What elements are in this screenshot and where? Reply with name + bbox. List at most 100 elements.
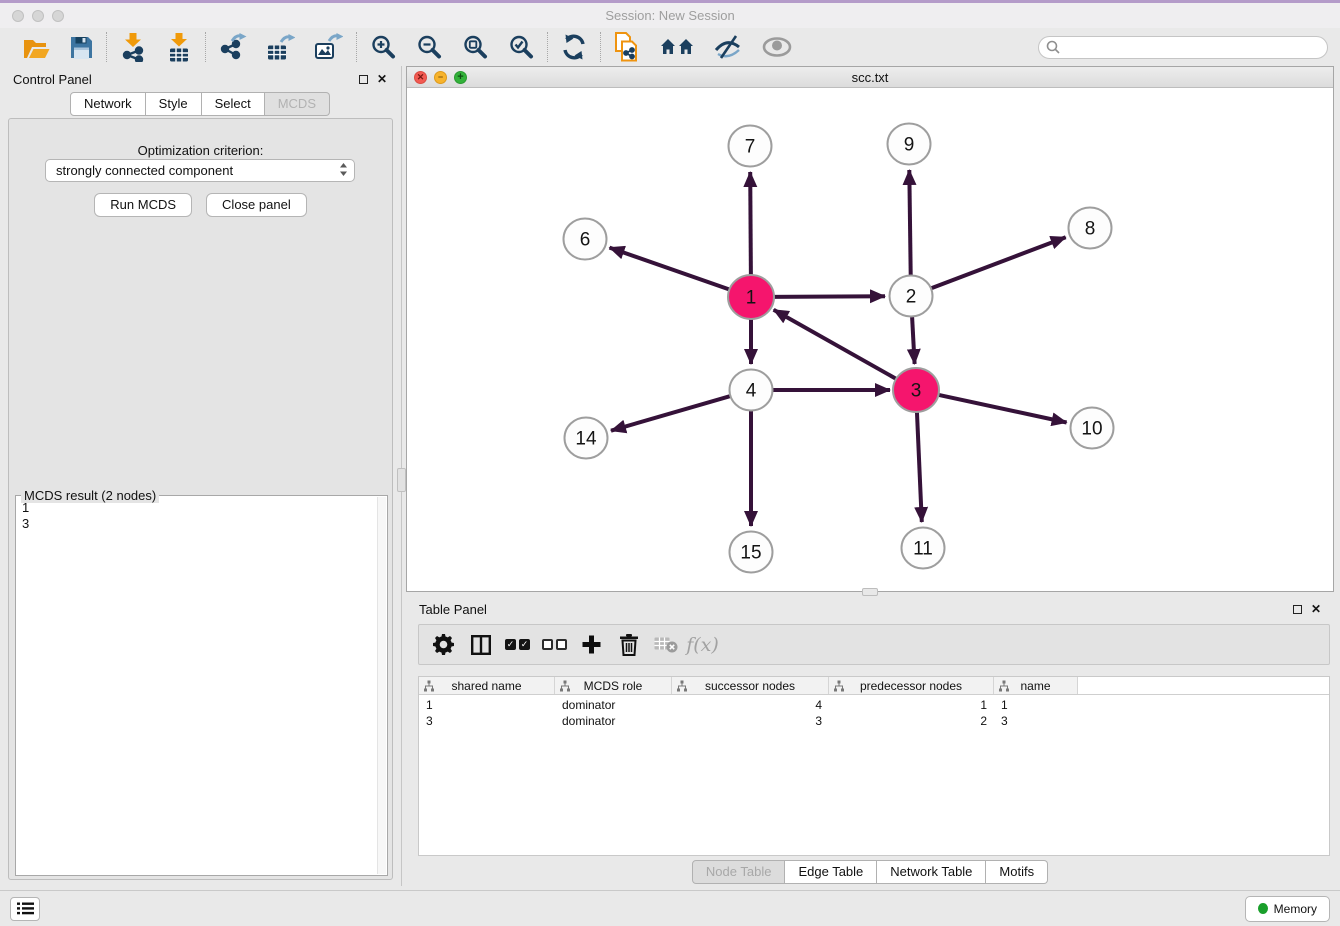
- mcds-result-box[interactable]: MCDS result (2 nodes) 13: [15, 495, 388, 876]
- node-6[interactable]: 6: [564, 219, 607, 260]
- column-header-mcds-role[interactable]: MCDS role: [555, 677, 672, 694]
- edge-2-3[interactable]: [912, 317, 915, 364]
- node-4[interactable]: 4: [730, 370, 773, 411]
- window-close-button[interactable]: [12, 10, 24, 22]
- tab-node-table[interactable]: Node Table: [692, 860, 786, 884]
- svg-text:1: 1: [746, 288, 757, 309]
- result-scrollbar[interactable]: [377, 497, 386, 874]
- edge-1-7[interactable]: [750, 172, 751, 276]
- export-image-icon[interactable]: [315, 33, 343, 61]
- task-history-button[interactable]: [10, 897, 40, 921]
- node-1[interactable]: 1: [728, 275, 774, 319]
- deselect-all-checkboxes-icon[interactable]: [536, 639, 573, 650]
- node-3[interactable]: 3: [893, 368, 939, 412]
- network-window-titlebar: scc.txt: [407, 67, 1333, 88]
- first-neighbors-icon[interactable]: [660, 36, 694, 58]
- column-tree-icon: [676, 680, 688, 692]
- node-11[interactable]: 11: [902, 528, 945, 569]
- svg-text:6: 6: [580, 230, 591, 251]
- status-bar: Memory: [0, 890, 1340, 926]
- network-graph[interactable]: 1 2 3 4 6 7 8 9 10 11 14 15: [407, 88, 1333, 591]
- svg-text:7: 7: [745, 137, 756, 158]
- import-table-icon[interactable]: [166, 33, 192, 62]
- hide-selected-icon[interactable]: [714, 34, 742, 60]
- svg-text:15: 15: [740, 543, 761, 564]
- criterion-value: strongly connected component: [56, 163, 339, 178]
- duplicate-network-icon[interactable]: [614, 32, 640, 62]
- node-15[interactable]: 15: [730, 532, 773, 573]
- edge-3-11[interactable]: [917, 411, 922, 522]
- table-panel-header: Table Panel: [406, 596, 1334, 622]
- close-panel-icon[interactable]: [377, 70, 387, 88]
- node-10[interactable]: 10: [1071, 408, 1114, 449]
- edge-2-8[interactable]: [931, 237, 1066, 288]
- node-14[interactable]: 14: [565, 418, 608, 459]
- tab-mcds[interactable]: MCDS: [265, 92, 330, 116]
- table-panel: Table Panel f(x) shared n: [406, 596, 1334, 886]
- memory-label: Memory: [1274, 902, 1317, 916]
- zoom-in-icon[interactable]: [370, 34, 396, 60]
- edge-2-9[interactable]: [909, 170, 910, 275]
- tab-network[interactable]: Network: [70, 92, 146, 116]
- table-settings-gear-icon[interactable]: [425, 634, 462, 655]
- add-column-icon[interactable]: [573, 635, 610, 654]
- window-zoom-button[interactable]: [52, 10, 64, 22]
- import-network-icon[interactable]: [120, 33, 146, 62]
- svg-text:9: 9: [904, 135, 915, 156]
- zoom-out-icon[interactable]: [416, 34, 442, 60]
- window-minimize-button[interactable]: [32, 10, 44, 22]
- select-all-checkboxes-icon[interactable]: [499, 639, 536, 650]
- table-panel-title: Table Panel: [419, 602, 487, 617]
- table-row[interactable]: 3dominator323: [419, 713, 1329, 729]
- panel-splitter-handle[interactable]: [397, 468, 406, 492]
- node-8[interactable]: 8: [1069, 208, 1112, 249]
- search-input[interactable]: [1038, 36, 1328, 59]
- edge-1-2[interactable]: [772, 296, 885, 297]
- network-canvas[interactable]: 1 2 3 4 6 7 8 9 10 11 14 15: [407, 88, 1333, 591]
- zoom-fit-icon[interactable]: [462, 34, 488, 60]
- svg-text:3: 3: [911, 381, 922, 402]
- table-row[interactable]: 1dominator411: [419, 697, 1329, 713]
- zoom-selected-icon[interactable]: [508, 34, 534, 60]
- search-box: [1038, 36, 1328, 59]
- float-panel-icon[interactable]: [359, 75, 368, 84]
- tab-select[interactable]: Select: [202, 92, 265, 116]
- tab-style[interactable]: Style: [146, 92, 202, 116]
- edge-3-1[interactable]: [774, 310, 898, 380]
- optimization-criterion-label: Optimization criterion:: [9, 143, 392, 158]
- column-header-shared-name[interactable]: shared name: [419, 677, 555, 694]
- close-panel-button[interactable]: Close panel: [206, 193, 307, 217]
- memory-status-icon: [1258, 903, 1268, 914]
- memory-button[interactable]: Memory: [1245, 896, 1330, 922]
- column-header-successor-nodes[interactable]: successor nodes: [672, 677, 829, 694]
- criterion-dropdown[interactable]: strongly connected component: [45, 159, 355, 182]
- node-table: shared nameMCDS rolesuccessor nodesprede…: [418, 676, 1330, 856]
- run-mcds-button[interactable]: Run MCDS: [94, 193, 192, 217]
- delete-column-trash-icon[interactable]: [610, 634, 647, 656]
- column-tree-icon: [559, 680, 571, 692]
- node-2[interactable]: 2: [890, 276, 933, 317]
- save-session-icon[interactable]: [70, 36, 93, 59]
- control-panel-tabs: NetworkStyleSelectMCDS: [70, 92, 330, 116]
- tab-motifs[interactable]: Motifs: [986, 860, 1048, 884]
- float-table-panel-icon[interactable]: [1293, 605, 1302, 614]
- column-header-predecessor-nodes[interactable]: predecessor nodes: [829, 677, 994, 694]
- tab-edge-table[interactable]: Edge Table: [785, 860, 877, 884]
- mcds-result-title: MCDS result (2 nodes): [21, 488, 159, 503]
- edge-1-6[interactable]: [610, 248, 732, 291]
- column-header-name[interactable]: name: [994, 677, 1078, 694]
- open-session-icon[interactable]: [23, 36, 50, 59]
- window-title: Session: New Session: [0, 8, 1340, 23]
- edge-4-14[interactable]: [611, 396, 731, 431]
- node-7[interactable]: 7: [729, 126, 772, 167]
- network-resize-grip[interactable]: [862, 588, 878, 596]
- result-item: 3: [16, 516, 387, 532]
- show-columns-icon[interactable]: [462, 635, 499, 655]
- edge-3-10[interactable]: [937, 394, 1067, 422]
- export-table-icon[interactable]: [267, 33, 295, 61]
- refresh-view-icon[interactable]: [561, 34, 587, 60]
- node-9[interactable]: 9: [888, 124, 931, 165]
- close-table-panel-icon[interactable]: [1311, 600, 1321, 618]
- tab-network-table[interactable]: Network Table: [877, 860, 986, 884]
- export-network-icon[interactable]: [219, 33, 247, 61]
